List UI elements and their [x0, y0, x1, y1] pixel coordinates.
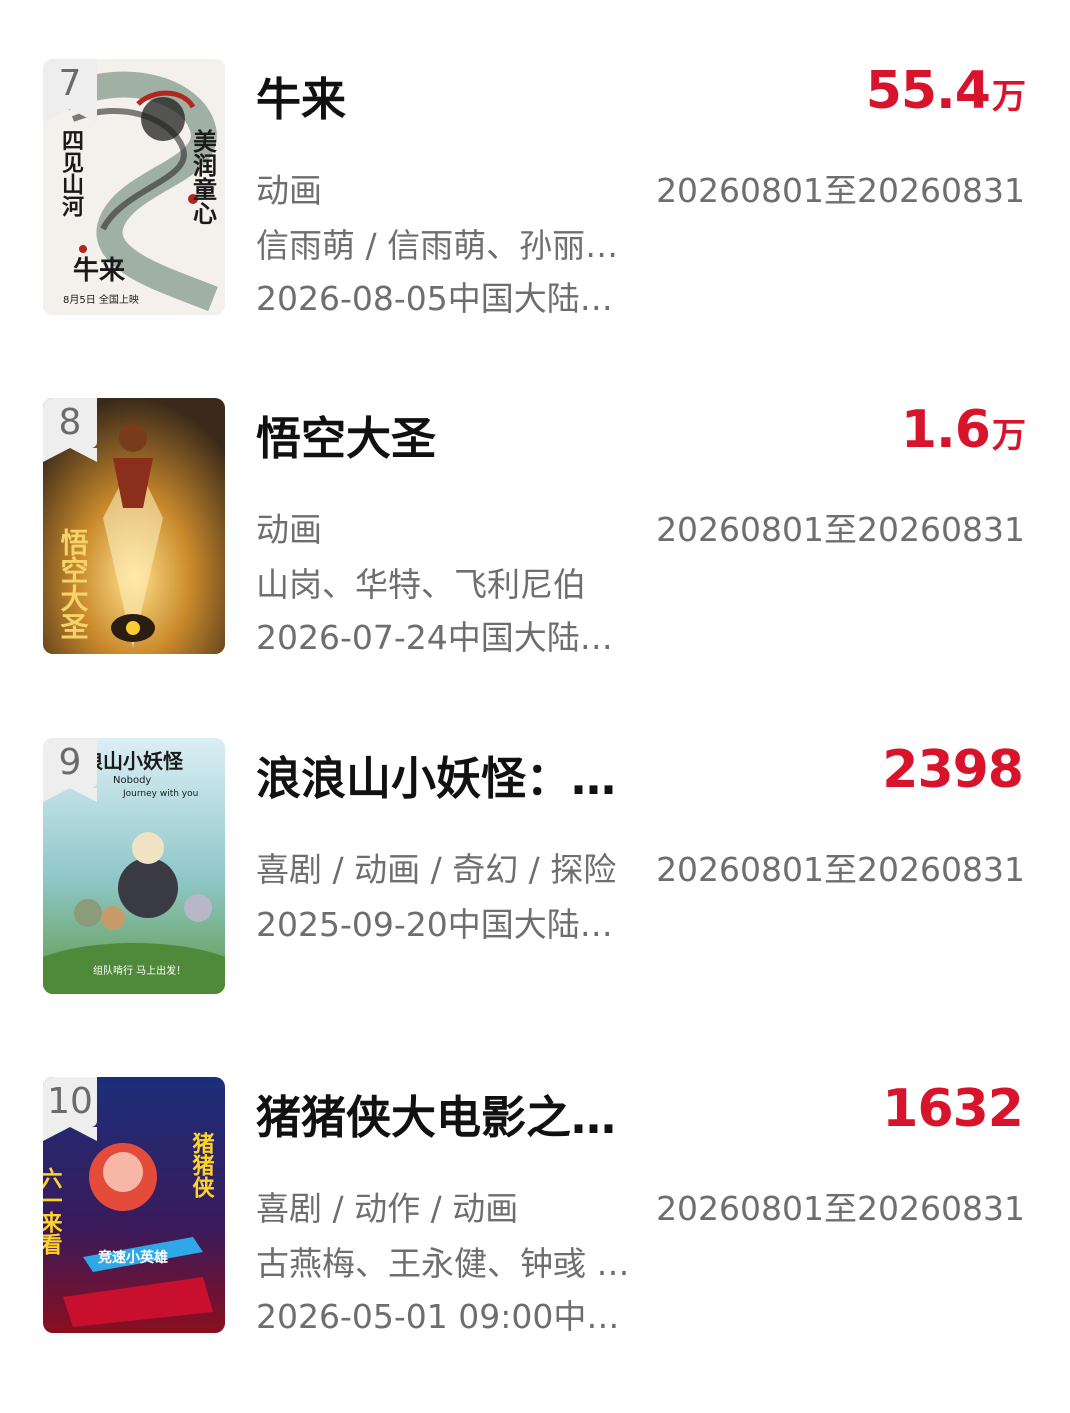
rank-badge: 8 [43, 398, 97, 462]
box-office-amount: 1632 [882, 1079, 1025, 1139]
stat-period: 20260801至20260831 [656, 1189, 1025, 1228]
poster-text: 8月5日 全国上映 [63, 293, 139, 306]
poster-text: 悟空大圣 [57, 528, 90, 640]
amount-unit: 万 [992, 416, 1026, 456]
amount-value: 2398 [882, 740, 1024, 800]
box-office-list: 美润童心 四见山河 牛来 8月5日 全国上映 7 牛来 55.4万 动画 202… [0, 0, 1070, 1413]
movie-genre: 喜剧 / 动作 / 动画 [256, 1189, 519, 1228]
movie-cast: 古燕梅、王永健、钟彧 /… [256, 1244, 640, 1283]
movie-title[interactable]: 浪浪山小妖怪：… [256, 742, 636, 807]
list-item[interactable]: 美润童心 四见山河 牛来 8月5日 全国上映 7 牛来 55.4万 动画 202… [0, 59, 1070, 318]
movie-cast: 信雨萌 / 信雨萌、孙丽… [256, 226, 619, 265]
movie-title[interactable]: 牛来 [256, 63, 636, 128]
stat-period: 20260801至20260831 [656, 850, 1025, 889]
movie-release: 2026-07-24中国大陆上… [256, 618, 640, 657]
list-item[interactable]: 六一来看 猪猪侠 竞速小英雄 10 猪猪侠大电影之… 1632 喜剧 / 动作 … [0, 1077, 1070, 1336]
movie-cast: 山岗、华特、飞利尼伯 [256, 565, 586, 604]
poster-text: Journey with you [122, 789, 198, 799]
stat-period: 20260801至20260831 [656, 510, 1025, 549]
list-item[interactable]: 悟空大圣 8 悟空大圣 1.6万 动画 20260801至20260831 山岗… [0, 398, 1070, 657]
movie-title[interactable]: 猪猪侠大电影之… [256, 1081, 636, 1146]
amount-value: 1632 [882, 1079, 1024, 1139]
poster-text: Nobody [113, 775, 151, 786]
stat-period: 20260801至20260831 [656, 171, 1025, 210]
poster-text: 六一来看 [43, 1167, 64, 1256]
movie-title[interactable]: 悟空大圣 [256, 402, 636, 467]
rank-badge: 9 [43, 738, 97, 802]
poster-text: 竞速小英雄 [98, 1249, 168, 1266]
box-office-amount: 55.4万 [865, 61, 1026, 121]
poster-text: 猪猪侠 [189, 1131, 215, 1199]
rank-badge: 7 [43, 59, 97, 123]
amount-value: 1.6 [900, 400, 991, 460]
poster-text: 四见山河 [58, 129, 84, 218]
rank-badge: 10 [43, 1077, 97, 1141]
amount-value: 55.4 [865, 61, 991, 121]
movie-poster[interactable]: 浪浪山小妖怪 Nobody Journey with you 组队啃行 马上出发… [43, 738, 225, 994]
poster-text: 美润童心 [189, 128, 218, 225]
poster-text: 牛来 [73, 256, 126, 286]
box-office-amount: 2398 [882, 740, 1025, 800]
movie-genre: 动画 [256, 171, 322, 210]
movie-genre: 动画 [256, 510, 322, 549]
amount-unit: 万 [992, 77, 1026, 117]
movie-poster[interactable]: 六一来看 猪猪侠 竞速小英雄 10 [43, 1077, 225, 1333]
movie-genre: 喜剧 / 动画 / 奇幻 / 探险 [256, 850, 617, 889]
list-item[interactable]: 浪浪山小妖怪 Nobody Journey with you 组队啃行 马上出发… [0, 738, 1070, 996]
movie-poster[interactable]: 美润童心 四见山河 牛来 8月5日 全国上映 7 [43, 59, 225, 315]
poster-text: 组队啃行 马上出发！ [93, 964, 186, 977]
movie-release: 2026-08-05中国大陆上… [256, 279, 640, 318]
box-office-amount: 1.6万 [900, 400, 1026, 460]
movie-poster[interactable]: 悟空大圣 8 [43, 398, 225, 654]
movie-release: 2026-05-01 09:00中国… [256, 1297, 640, 1336]
movie-release: 2025-09-20中国大陆上… [256, 905, 640, 944]
